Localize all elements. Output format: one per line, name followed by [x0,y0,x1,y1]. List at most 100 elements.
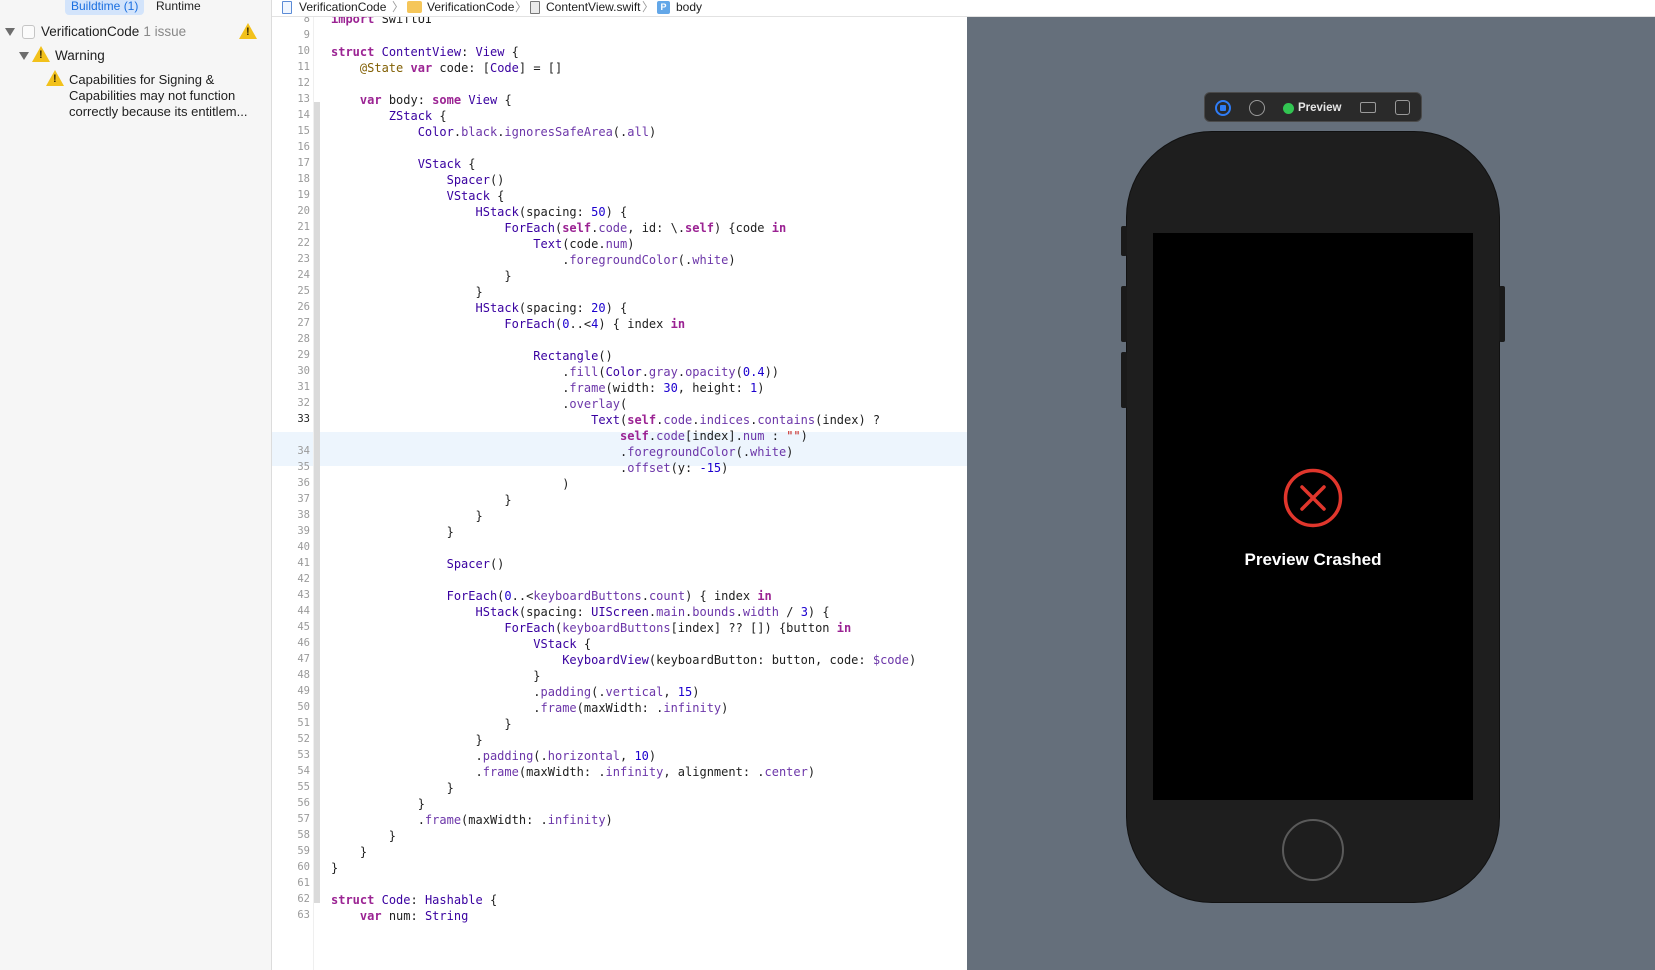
code-line: VStack { [417,157,476,171]
breadcrumb-group[interactable]: VerificationCode [427,0,514,15]
code-line: } [331,285,483,299]
line-number: 16 [297,141,310,153]
line-number: 60 [297,861,310,873]
breadcrumb-project[interactable]: VerificationCode [299,0,386,15]
breadcrumb-file[interactable]: ContentView.swift [546,0,641,15]
issue-scope-tabs: Buildtime (1) Runtime [0,0,272,16]
code-line: } [331,845,368,859]
warning-group-label[interactable]: Warning [55,48,105,63]
swift-file-icon [530,1,540,14]
breadcrumb-symbol[interactable]: body [676,0,702,15]
issue-count: 1 issue [143,24,187,39]
line-number: 29 [297,349,310,361]
code-line: ForEach(self.code, id: \.self) {code in [504,221,787,235]
code-line: .offset(y: -15) [331,461,729,475]
line-number: 41 [297,557,310,569]
code-line: struct Code: Hashable { [331,893,498,907]
warning-disclosure-icon[interactable] [19,52,29,60]
code-line: .foregroundColor(.white) [331,445,794,459]
line-number: 21 [297,221,310,233]
line-number: 18 [297,173,310,185]
line-number: 20 [297,205,310,217]
code-line: import SwiftUI [331,17,433,26]
code-line: } [331,493,512,507]
home-button[interactable] [1282,819,1344,881]
crash-x-circle-icon [1283,468,1343,528]
project-name: VerificationCode [41,24,140,39]
preview-crashed-title: Preview Crashed [1244,550,1382,569]
code-line: ) [331,477,570,491]
chevron-right-icon: 〉 [515,0,528,14]
line-number: 52 [297,733,310,745]
preview-label[interactable]: Preview [1298,100,1341,116]
tab-runtime[interactable]: Runtime [150,0,207,15]
line-number: 32 [297,397,310,409]
code-line: VStack { [446,189,505,203]
project-disclosure-icon[interactable] [5,28,15,36]
code-line: HStack(spacing: UIScreen.main.bounds.wid… [475,605,830,619]
change-bar [314,102,320,903]
code-line: Spacer() [446,557,505,571]
code-line: .frame(maxWidth: .infinity) [331,813,613,827]
code-line: Color.black.ignoresSafeArea(.all) [417,125,657,139]
code-line: .foregroundColor(.white) [331,253,736,267]
issue-warning-icon: ! [46,70,64,86]
line-number: 35 [297,461,310,473]
line-number: 37 [297,493,310,505]
project-icon [282,1,292,14]
code-line: } [331,717,512,731]
mute-switch [1121,226,1127,256]
status-dot-icon [1283,103,1294,114]
live-preview-icon[interactable] [1215,100,1231,116]
line-number: 51 [297,717,310,729]
tab-buildtime[interactable]: Buildtime (1) [65,0,145,15]
project-issue-row[interactable]: VerificationCode 1 issue [41,24,186,39]
volume-down-button [1121,352,1127,408]
line-number: 34 [297,445,310,457]
issue-item[interactable]: Capabilities for Signing & Capabilities … [69,72,269,120]
line-number: 63 [297,909,310,921]
code-line: HStack(spacing: 20) { [475,301,628,315]
line-number: 54 [297,765,310,777]
code-line: var body: some View { [359,93,512,107]
line-number: 10 [297,45,310,57]
chevron-right-icon: 〉 [392,0,405,14]
code-line: ZStack { [388,109,447,123]
line-number: 43 [297,589,310,601]
breadcrumb: VerificationCode 〉 VerificationCode 〉 Co… [272,0,1655,17]
line-number: 40 [297,541,310,553]
code-line: } [331,669,541,683]
code-line: } [331,269,512,283]
line-number: 57 [297,813,310,825]
code-line: .padding(.horizontal, 10) [331,749,657,763]
warning-group-icon: ! [32,46,50,62]
code-line: } [331,781,454,795]
duplicate-preview-icon[interactable] [1395,100,1410,115]
line-number: 31 [297,381,310,393]
code-line: } [331,509,483,523]
property-icon: P [657,1,670,14]
line-number: 27 [297,317,310,329]
code-line: VStack { [533,637,592,651]
code-line: struct ContentView: View { [331,45,519,59]
line-number: 14 [297,109,310,121]
code-editor[interactable]: 8 9 10 11 12 13 14 15 16 17 18 19 20 21 22 23 24 25 26 27 28… [272,17,967,970]
code-line: .fill(Color.gray.opacity(0.4)) [331,365,780,379]
code-line: Rectangle() [533,349,613,363]
line-number: 46 [297,637,310,649]
preview-canvas: Preview Preview Crashed [967,17,1655,970]
code-line: .frame(maxWidth: .infinity) [331,701,729,715]
line-number: 22 [297,237,310,249]
line-number: 30 [297,365,310,377]
selectable-mode-icon[interactable] [1249,100,1265,116]
device-settings-icon[interactable] [1360,102,1376,113]
volume-up-button [1121,286,1127,342]
project-file-icon [22,25,35,39]
code-line: var num: String [359,909,469,923]
code-line: } [331,797,425,811]
line-number: 36 [297,477,310,489]
code-line: } [331,525,454,539]
line-number: 59 [297,845,310,857]
chevron-right-icon: 〉 [642,0,655,14]
device-frame: Preview Crashed [1121,132,1505,902]
